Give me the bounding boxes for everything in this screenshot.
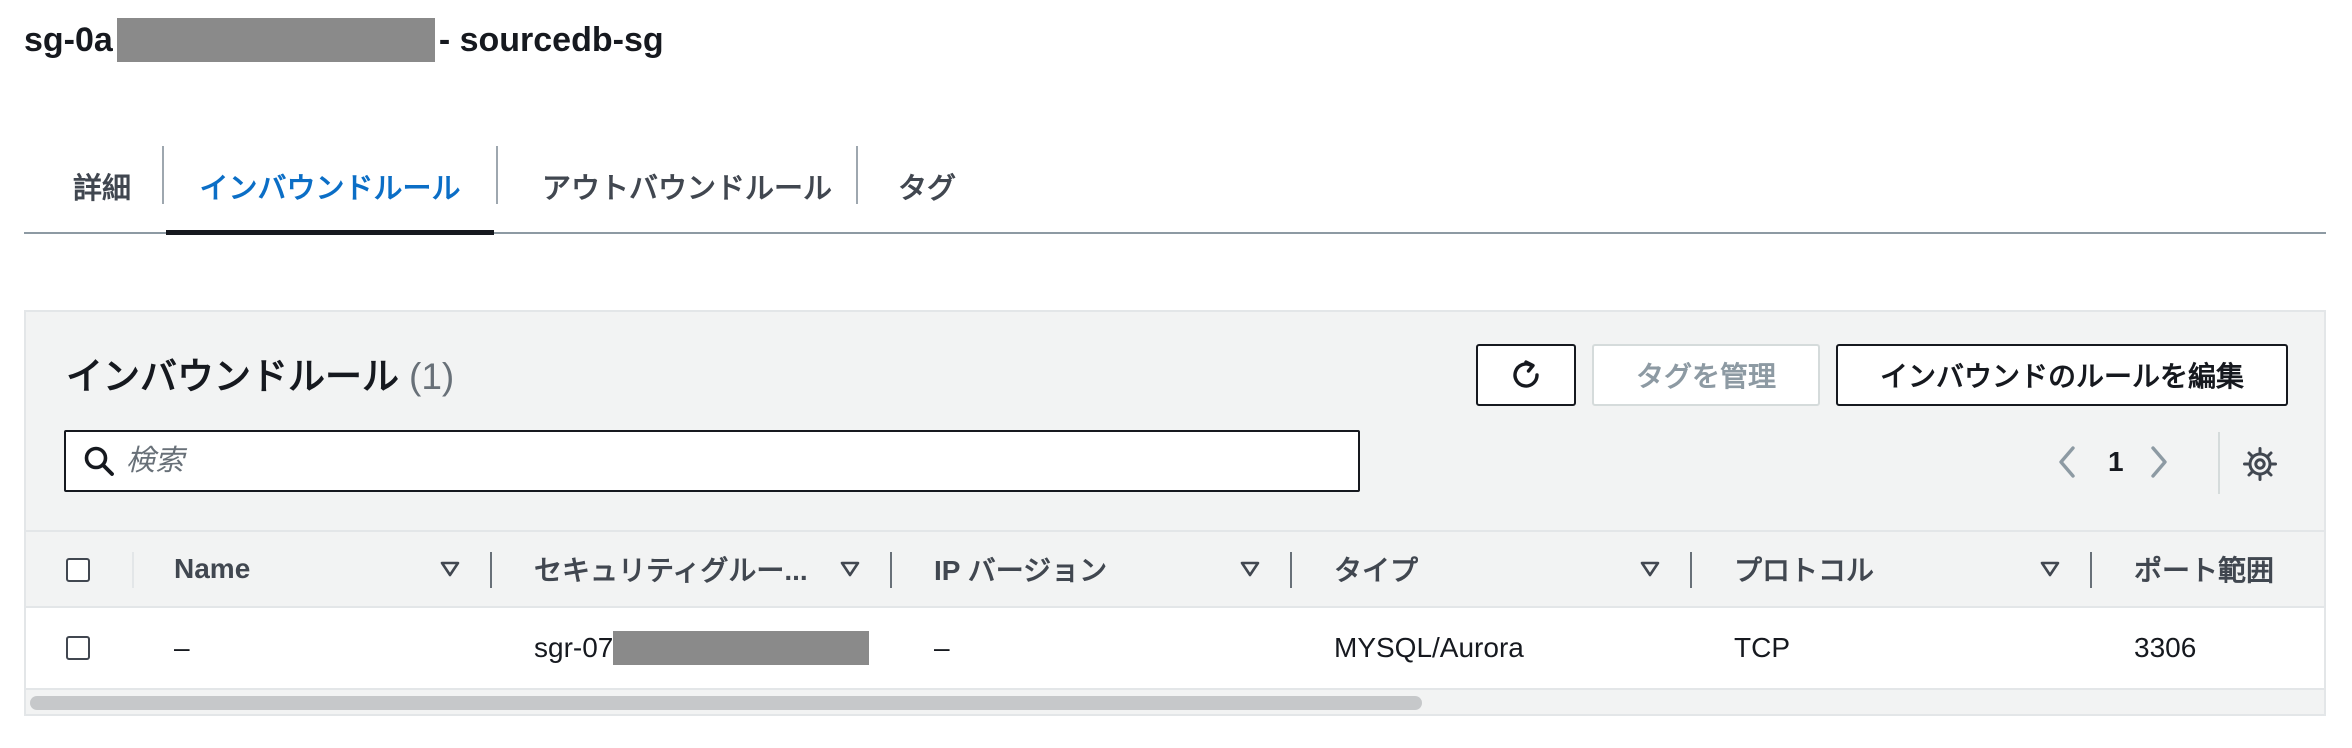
tab-tags[interactable]: タグ <box>886 140 968 232</box>
cell-type: MYSQL/Aurora <box>1334 632 1524 663</box>
cell-protocol: TCP <box>1734 632 1790 663</box>
column-divider[interactable] <box>490 552 492 588</box>
column-divider[interactable] <box>890 552 892 588</box>
column-divider[interactable] <box>1690 552 1692 588</box>
refresh-button[interactable] <box>1476 344 1576 406</box>
gear-icon[interactable] <box>2242 446 2278 482</box>
sort-down-icon[interactable] <box>1238 558 1262 580</box>
refresh-icon <box>1513 360 1539 388</box>
panel-title: インバウンドルール (1) <box>66 346 454 400</box>
tab-bar: 詳細 インバウンドルール アウトバウンドルール タグ <box>24 140 2326 235</box>
tab-outbound-rules[interactable]: アウトバウンドルール <box>524 140 850 232</box>
search-input[interactable] <box>124 435 1308 487</box>
search-icon <box>84 446 114 476</box>
tab-separator <box>496 146 498 204</box>
page-title: sg-0a - sourcedb-sg <box>24 14 664 66</box>
panel-title-text: インバウンドルール <box>66 356 399 397</box>
sort-down-icon[interactable] <box>438 558 462 580</box>
pagination: 1 <box>2054 432 2172 492</box>
horizontal-scrollbar[interactable] <box>30 696 1422 710</box>
column-divider[interactable] <box>2090 552 2092 588</box>
sort-down-icon[interactable] <box>2038 558 2062 580</box>
tab-separator <box>162 146 164 204</box>
tab-separator <box>856 146 858 204</box>
cell-security-group-rule-id: sgr-07 <box>534 608 870 688</box>
current-page[interactable]: 1 <box>2108 446 2124 478</box>
select-all-checkbox[interactable] <box>66 558 90 582</box>
column-header-port-range[interactable]: ポート範囲 <box>2134 532 2274 606</box>
rule-count: (1) <box>409 356 455 397</box>
tab-inbound-rules[interactable]: インバウンドルール <box>166 140 494 235</box>
sort-down-icon[interactable] <box>1638 558 1662 580</box>
sgr-id-prefix: sgr-07 <box>534 632 614 663</box>
inbound-rules-panel: インバウンドルール(1) タグを管理 インバウンドのルールを編集 1 <box>24 310 2326 716</box>
column-header-ip-version[interactable]: IP バージョン <box>934 532 1107 606</box>
sg-title-suffix: - sourcedb-sg <box>438 20 664 59</box>
cell-port-range: 3306 <box>2134 632 2197 663</box>
column-header-name[interactable]: Name <box>174 532 250 606</box>
column-header-protocol[interactable]: プロトコル <box>1734 532 1874 606</box>
table-row[interactable]: – sgr-07 – MYSQL/Aurora TCP 3306 <box>26 608 2324 690</box>
tab-details[interactable]: 詳細 <box>66 140 138 232</box>
column-header-type[interactable]: タイプ <box>1334 532 1418 606</box>
redacted-block <box>116 18 435 62</box>
column-divider[interactable] <box>1290 552 1292 588</box>
column-header-security-group-rule[interactable]: セキュリティグルー... <box>534 532 808 606</box>
search-field <box>64 430 1360 492</box>
cell-ip-version: – <box>934 632 950 663</box>
sort-down-icon[interactable] <box>838 558 862 580</box>
sg-id-prefix: sg-0a <box>24 20 113 59</box>
chevron-left-icon[interactable] <box>2054 443 2080 481</box>
manage-tags-button[interactable]: タグを管理 <box>1592 344 1820 406</box>
column-divider <box>132 552 134 588</box>
row-checkbox[interactable] <box>66 636 90 660</box>
redacted-block <box>613 631 870 665</box>
chevron-right-icon[interactable] <box>2146 443 2172 481</box>
divider <box>2218 432 2220 494</box>
cell-name: – <box>174 632 190 663</box>
edit-inbound-rules-button[interactable]: インバウンドのルールを編集 <box>1836 344 2288 406</box>
table-header: Name セキュリティグルー... IP バージョン タイプ プロトコル ポート… <box>26 530 2324 608</box>
